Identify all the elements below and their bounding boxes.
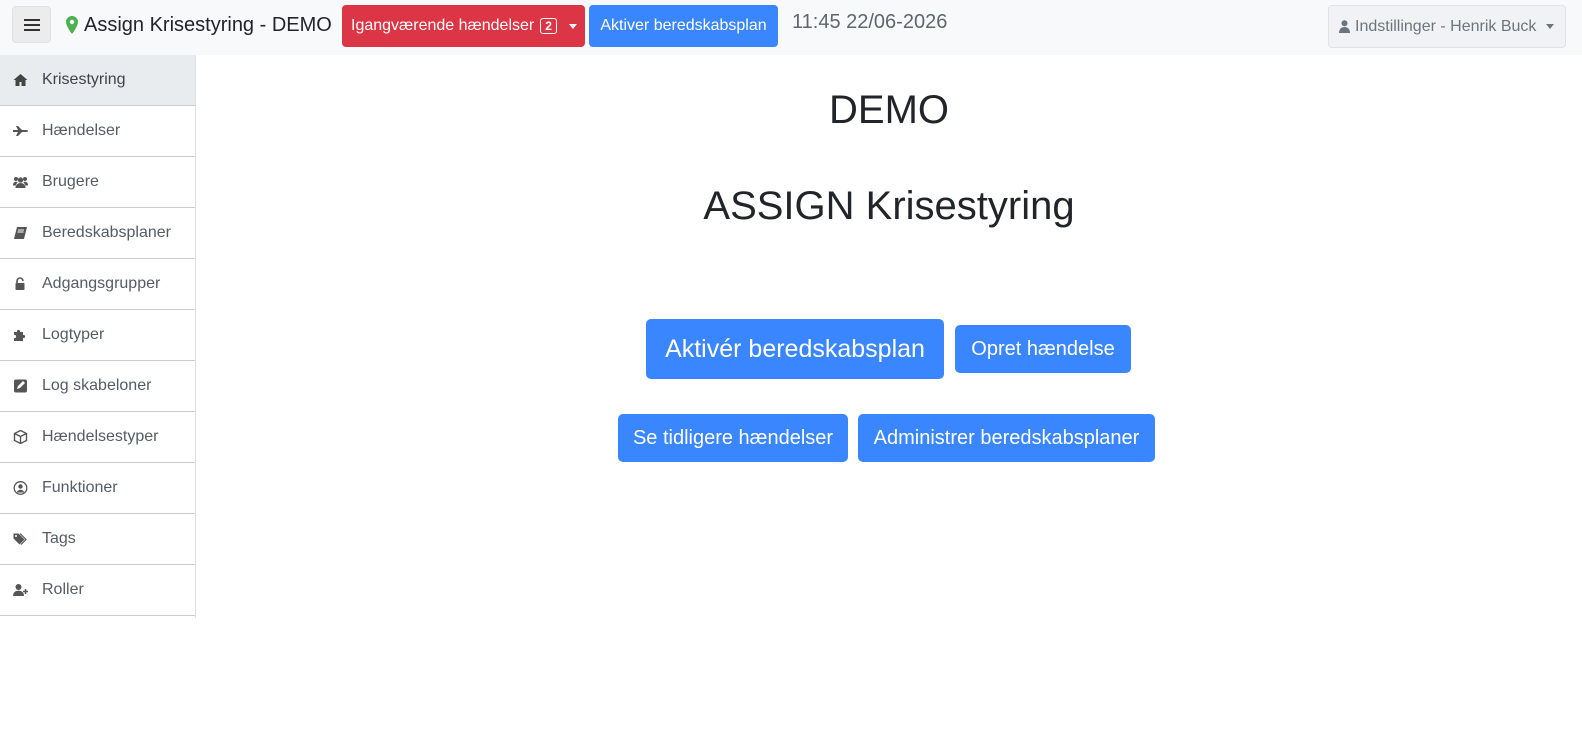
sidebar-item-label: Brugere (42, 173, 99, 190)
menu-toggle-button[interactable] (12, 6, 51, 43)
edit-icon (12, 378, 28, 394)
activate-plan-button[interactable]: Aktivér beredskabsplan (646, 319, 944, 379)
sidebar-item-haendelsestyper[interactable]: Hændelsestyper (0, 412, 195, 463)
clock-display: 11:45 22/06-2026 (792, 11, 948, 33)
activate-plan-nav-button[interactable]: Aktiver beredskabsplan (589, 5, 778, 47)
sidebar-item-label: Beredskabsplaner (42, 224, 171, 241)
user-plus-icon (12, 582, 28, 598)
settings-label: Indstillinger - Henrik Buck (1355, 17, 1537, 35)
ongoing-incidents-dropdown[interactable]: Igangværende hændelser 2 (342, 5, 585, 47)
manage-plans-button[interactable]: Administrer beredskabsplaner (858, 414, 1155, 462)
page-title: DEMO (829, 88, 949, 132)
sidebar-item-roller[interactable]: Roller (0, 565, 195, 616)
user-circle-icon (12, 480, 28, 496)
sidebar-item-funktioner[interactable]: Funktioner (0, 463, 195, 514)
tags-icon (12, 531, 28, 547)
cube-icon (12, 429, 28, 445)
ongoing-incidents-label: Igangværende hændelser (351, 17, 535, 34)
create-incident-button[interactable]: Opret hændelse (955, 325, 1131, 373)
previous-incidents-button[interactable]: Se tidligere hændelser (618, 414, 848, 462)
sidebar-item-adgangsgrupper[interactable]: Adgangsgrupper (0, 259, 195, 310)
caret-down-icon (568, 23, 577, 29)
sidebar-item-label: Tags (42, 530, 76, 547)
previous-incidents-label: Se tidligere hændelser (632, 426, 834, 449)
page-subtitle: ASSIGN Krisestyring (703, 184, 1075, 228)
sidebar-item-label: Logtyper (42, 326, 105, 343)
brand-title: Assign Krisestyring - DEMO (84, 13, 332, 36)
unlock-icon (12, 276, 28, 292)
home-icon (12, 72, 28, 88)
sidebar-item-label: Hændelser (42, 122, 121, 139)
sidebar-item-label: Roller (42, 581, 84, 598)
hamburger-icon (23, 18, 40, 31)
activate-plan-nav-label: Aktiver beredskabsplan (600, 17, 767, 34)
user-icon (1339, 20, 1350, 33)
sidebar: Krisestyring Hændelser Brugere Beredskab… (0, 55, 196, 618)
ongoing-count-badge: 2 (540, 18, 557, 34)
puzzle-icon (12, 327, 28, 343)
create-incident-label: Opret hændelse (971, 337, 1115, 360)
book-icon (12, 225, 28, 241)
sidebar-item-beredskabsplaner[interactable]: Beredskabsplaner (0, 208, 195, 259)
sidebar-item-label: Hændelsestyper (42, 428, 159, 445)
sidebar-item-haendelser[interactable]: Hændelser (0, 106, 195, 157)
app-brand[interactable]: Assign Krisestyring - DEMO (66, 12, 332, 38)
map-marker-icon (66, 16, 78, 34)
sidebar-item-krisestyring[interactable]: Krisestyring (0, 55, 195, 106)
sidebar-item-label: Log skabeloner (42, 377, 152, 394)
top-navbar: Assign Krisestyring - DEMO Igangværende … (0, 0, 1582, 55)
sidebar-item-brugere[interactable]: Brugere (0, 157, 195, 208)
plane-icon (12, 123, 28, 139)
users-icon (12, 174, 28, 190)
sidebar-item-log-skabeloner[interactable]: Log skabeloner (0, 361, 195, 412)
sidebar-item-logtyper[interactable]: Logtyper (0, 310, 195, 361)
sidebar-item-label: Funktioner (42, 479, 118, 496)
sidebar-item-label: Krisestyring (42, 71, 126, 88)
caret-down-icon (1546, 24, 1555, 29)
sidebar-item-label: Adgangsgrupper (42, 275, 161, 292)
sidebar-item-tags[interactable]: Tags (0, 514, 195, 565)
manage-plans-label: Administrer beredskabsplaner (873, 426, 1140, 449)
activate-plan-label: Aktivér beredskabsplan (665, 334, 925, 363)
settings-dropdown[interactable]: Indstillinger - Henrik Buck (1328, 5, 1566, 48)
